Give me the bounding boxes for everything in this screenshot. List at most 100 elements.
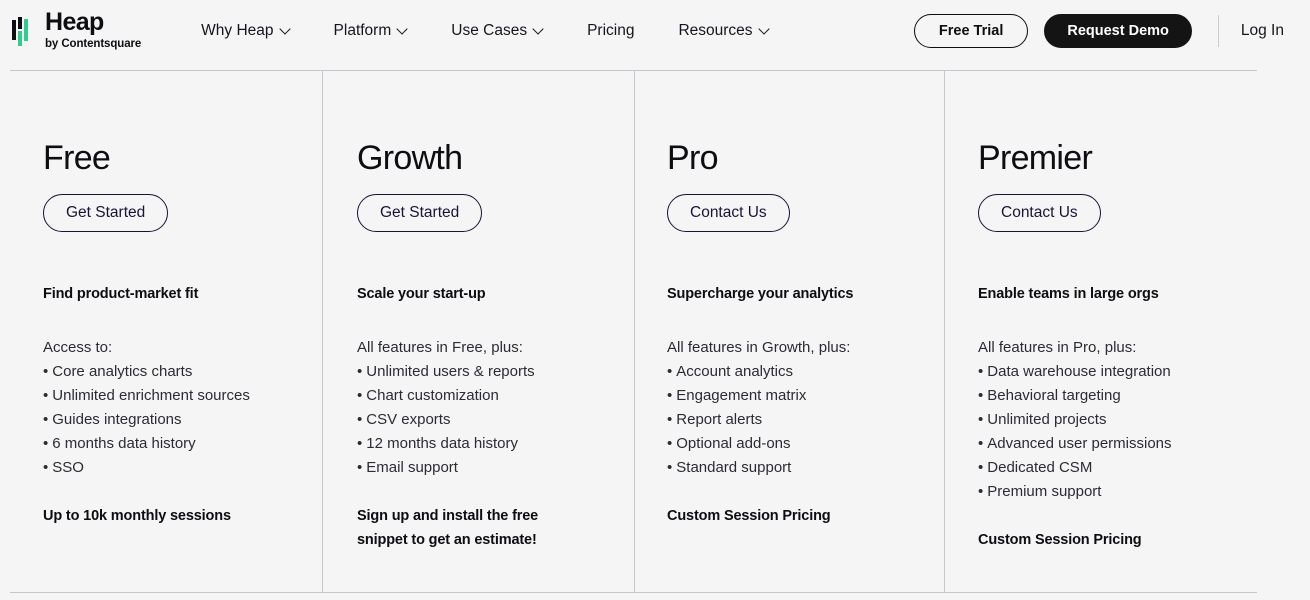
feature-item: • Email support [357,456,617,480]
feature-label: 6 months data history [52,435,196,452]
feature-label: Account analytics [676,363,793,380]
feature-label: Guides integrations [52,411,182,428]
feature-label: Chart customization [366,387,499,404]
plan-footnote-premier: Custom Session Pricing [978,532,1142,548]
feature-item: • Unlimited enrichment sources [43,384,305,408]
plan-name-premier: Premier [978,139,1093,177]
free-trial-button[interactable]: Free Trial [913,14,1029,48]
bullet-icon: • [357,459,363,476]
bullet-icon: • [978,411,984,428]
logo-text: Heap by Contentsquare [45,10,141,51]
plan-intro-growth: All features in Free, plus: [357,339,523,356]
feature-label: Standard support [676,459,792,476]
chevron-down-icon [760,25,769,34]
feature-item: • Behavioral targeting [978,384,1292,408]
plan-cta-free[interactable]: Get Started [43,194,169,232]
nav-label-use-cases: Use Cases [451,22,528,39]
nav-label-resources: Resources [678,22,753,39]
bullet-icon: • [43,363,49,380]
bullet-icon: • [978,459,984,476]
feature-label: Behavioral targeting [987,387,1121,404]
plan-tagline-pro: Supercharge your analytics [667,286,854,302]
bullet-icon: • [43,459,49,476]
bullet-icon: • [667,459,673,476]
feature-label: Unlimited projects [987,411,1107,428]
site-header: Heap by Contentsquare Why Heap Platform … [0,0,1310,62]
feature-item: • Chart customization [357,384,617,408]
plan-card-pro: Pro Contact Us Supercharge your analytic… [635,70,945,593]
feature-item: • Unlimited projects [978,408,1292,432]
plan-cta-growth[interactable]: Get Started [357,194,483,232]
nav-item-use-cases[interactable]: Use Cases [429,16,565,46]
plan-intro-free: Access to: [43,339,113,356]
bullet-icon: • [357,435,363,452]
plan-tagline-free: Find product-market fit [43,286,199,302]
login-link[interactable]: Log In [1241,22,1296,40]
bullet-icon: • [667,363,673,380]
heap-bars-icon [12,16,38,46]
feature-label: Optional add-ons [676,435,791,452]
main-nav: Why Heap Platform Use Cases Pricing Reso… [179,16,790,46]
nav-item-why-heap[interactable]: Why Heap [179,16,311,46]
request-demo-button[interactable]: Request Demo [1044,14,1192,48]
feature-item: • Optional add-ons [667,432,927,456]
chevron-down-icon [398,25,407,34]
feature-item: • CSV exports [357,408,617,432]
plan-tagline-growth: Scale your start-up [357,286,486,302]
feature-item: • Guides integrations [43,408,305,432]
heap-logo[interactable]: Heap by Contentsquare [12,10,141,51]
feature-item: • Standard support [667,456,927,480]
nav-item-resources[interactable]: Resources [656,16,790,46]
plan-card-growth: Growth Get Started Scale your start-up A… [323,70,635,593]
feature-label: Data warehouse integration [987,363,1171,380]
plan-tagline-premier: Enable teams in large orgs [978,286,1159,302]
pricing-columns: Free Get Started Find product-market fit… [0,70,1310,593]
feature-label: Dedicated CSM [987,459,1093,476]
plan-footnote-pro: Custom Session Pricing [667,508,831,524]
plan-features-free: • Core analytics charts • Unlimited enrich… [43,360,305,480]
header-divider [1217,15,1219,47]
feature-label: Report alerts [676,411,763,428]
plan-intro-premier: All features in Pro, plus: [978,339,1137,356]
bullet-icon: • [357,387,363,404]
feature-label: Premium support [987,483,1102,500]
plan-features-growth: • Unlimited users & reports • Chart custom… [357,360,617,480]
nav-item-pricing[interactable]: Pricing [565,16,656,46]
bullet-icon: • [667,411,673,428]
plan-card-premier: Premier Contact Us Enable teams in large… [945,70,1310,593]
chevron-down-icon [534,25,543,34]
feature-item: • SSO [43,456,305,480]
bullet-icon: • [43,411,49,428]
feature-label: 12 months data history [366,435,519,452]
plan-name-free: Free [43,139,111,177]
logo-subtitle: by Contentsquare [45,38,142,50]
header-actions: Free Trial Request Demo Log In [913,14,1310,48]
plan-cta-premier[interactable]: Contact Us [978,194,1101,232]
feature-label: Core analytics charts [52,363,193,380]
plan-features-pro: • Account analytics • Engagement matrix • R… [667,360,927,480]
feature-item: • Engagement matrix [667,384,927,408]
bullet-icon: • [43,387,49,404]
feature-item: • Data warehouse integration [978,360,1292,384]
bullet-icon: • [978,435,984,452]
bullet-icon: • [357,411,363,428]
feature-item: • 12 months data history [357,432,617,456]
feature-item: • Dedicated CSM [978,456,1292,480]
plan-features-premier: • Data warehouse integration • Behavioral … [978,360,1292,504]
feature-item: • Unlimited users & reports [357,360,617,384]
nav-item-platform[interactable]: Platform [312,16,430,46]
feature-label: Unlimited users & reports [366,363,535,380]
nav-label-pricing: Pricing [587,22,635,39]
chevron-down-icon [281,25,290,34]
plan-name-pro: Pro [667,139,719,177]
feature-item: • Core analytics charts [43,360,305,384]
bullet-icon: • [667,387,673,404]
feature-item: • Report alerts [667,408,927,432]
pricing-page: Heap by Contentsquare Why Heap Platform … [0,0,1310,600]
feature-label: Advanced user permissions [987,435,1172,452]
feature-item: • 6 months data history [43,432,305,456]
bullet-icon: • [978,483,984,500]
plan-cta-pro[interactable]: Contact Us [667,194,790,232]
plan-footnote-growth: Sign up and install the free snippet to … [357,508,539,548]
feature-item: • Advanced user permissions [978,432,1292,456]
